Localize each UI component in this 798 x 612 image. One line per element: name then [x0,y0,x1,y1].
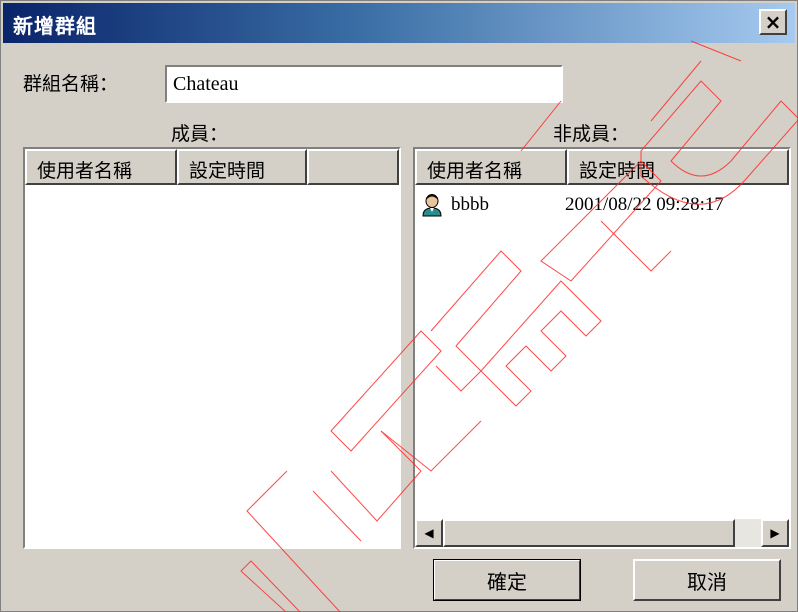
members-label: 成員： [171,123,229,145]
group-name-label: 群組名稱： [23,73,119,95]
arrow-left-icon: ◀ [424,526,434,540]
non-member-set-time: 2001/08/22 09:28:17 [565,194,724,215]
non-members-label: 非成員： [553,123,630,145]
ok-button[interactable]: 確定 [433,559,581,601]
members-list-header: 使用者名稱 設定時間 [25,149,399,185]
non-member-username: bbbb [451,194,489,215]
members-col-set-time[interactable]: 設定時間 [177,149,307,185]
non-members-col-username[interactable]: 使用者名稱 [415,149,567,185]
horizontal-scrollbar[interactable]: ◀ ▶ [415,519,789,547]
title-bar[interactable]: 新增群組 × [3,3,795,43]
members-col-username[interactable]: 使用者名稱 [25,149,177,185]
non-members-col-set-time[interactable]: 設定時間 [567,149,789,185]
cancel-button[interactable]: 取消 [633,559,781,601]
scroll-left-button[interactable]: ◀ [415,519,443,547]
scrollbar-thumb[interactable] [443,519,735,547]
non-members-list[interactable]: 使用者名稱 設定時間 bbbb 2001/08/22 09:28:17 ◀ ▶ [413,147,791,549]
window-title: 新增群組 [13,14,97,38]
user-icon [421,193,443,217]
group-name-input[interactable] [165,65,563,103]
close-button[interactable]: × [759,9,787,35]
close-icon: × [764,10,782,34]
new-group-dialog: 新增群組 × 群組名稱： 成員： 非成員： 使用者名稱 設定時間 使用者名稱 設… [0,0,798,612]
arrow-right-icon: ▶ [770,526,780,540]
list-item[interactable]: bbbb 2001/08/22 09:28:17 [421,191,724,219]
non-members-list-header: 使用者名稱 設定時間 [415,149,789,185]
members-col-empty [307,149,399,185]
scroll-right-button[interactable]: ▶ [761,519,789,547]
members-list[interactable]: 使用者名稱 設定時間 [23,147,401,549]
